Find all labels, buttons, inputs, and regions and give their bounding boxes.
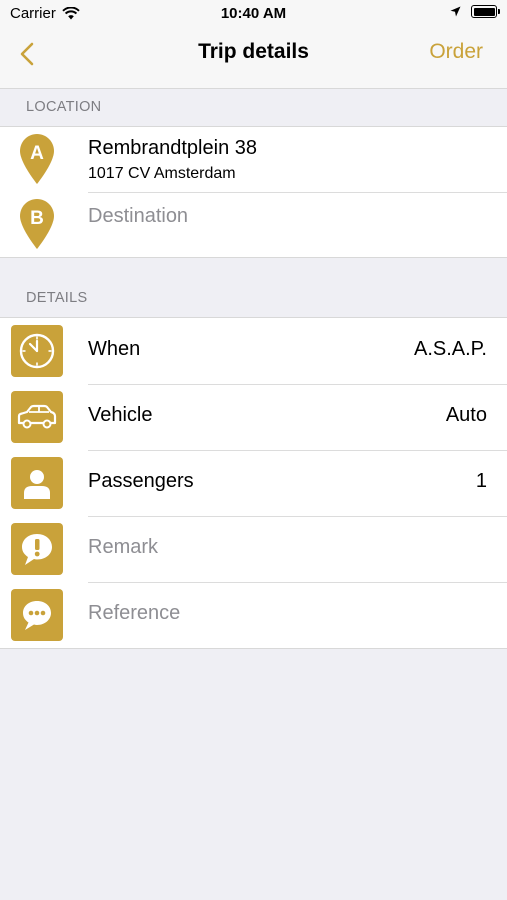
details-group: When A.S.A.P. Vehicle Auto Passengers 1	[0, 317, 507, 649]
exclamation-bubble-icon	[11, 523, 63, 575]
passengers-label: Passengers	[88, 470, 194, 492]
status-right	[450, 5, 500, 18]
battery-icon	[471, 5, 500, 18]
remark-row[interactable]: Remark	[0, 516, 507, 582]
when-label: When	[88, 338, 141, 360]
navigation-bar: Trip details Order	[0, 28, 507, 89]
location-section-header: LOCATION	[26, 99, 102, 115]
destination-row[interactable]: B Destination	[0, 192, 507, 257]
location-group: A Rembrandtplein 38 1017 CV Amsterdam B …	[0, 126, 507, 258]
when-row[interactable]: When A.S.A.P.	[0, 318, 507, 384]
divider	[88, 192, 507, 193]
divider	[88, 582, 507, 583]
divider	[88, 516, 507, 517]
map-pin-a-icon: A	[20, 134, 54, 184]
destination-marker-letter: B	[30, 208, 44, 229]
when-value: A.S.A.P.	[413, 338, 487, 360]
reference-row[interactable]: Reference	[0, 582, 507, 648]
chat-bubble-icon	[11, 589, 63, 641]
status-time: 10:40 AM	[220, 5, 287, 22]
destination-placeholder: Destination	[88, 205, 189, 227]
divider	[88, 384, 507, 385]
details-section-header: DETAILS	[26, 290, 88, 306]
passengers-row[interactable]: Passengers 1	[0, 450, 507, 516]
location-arrow-icon	[450, 6, 461, 17]
vehicle-value: Auto	[445, 404, 487, 426]
reference-placeholder: Reference	[88, 602, 181, 624]
person-icon	[11, 457, 63, 509]
vehicle-row[interactable]: Vehicle Auto	[0, 384, 507, 450]
map-pin-b-icon: B	[20, 199, 54, 249]
status-bar: Carrier 10:40 AM	[0, 0, 507, 28]
pickup-address: Rembrandtplein 38	[88, 137, 257, 159]
pickup-row[interactable]: A Rembrandtplein 38 1017 CV Amsterdam	[0, 127, 507, 192]
pickup-city: 1017 CV Amsterdam	[88, 165, 236, 182]
remark-placeholder: Remark	[88, 536, 159, 558]
clock-icon	[11, 325, 63, 377]
pickup-marker-letter: A	[30, 143, 44, 164]
order-button[interactable]: Order	[429, 40, 483, 64]
divider	[88, 450, 507, 451]
passengers-value: 1	[475, 470, 487, 492]
vehicle-label: Vehicle	[88, 404, 153, 426]
car-icon	[11, 391, 63, 443]
